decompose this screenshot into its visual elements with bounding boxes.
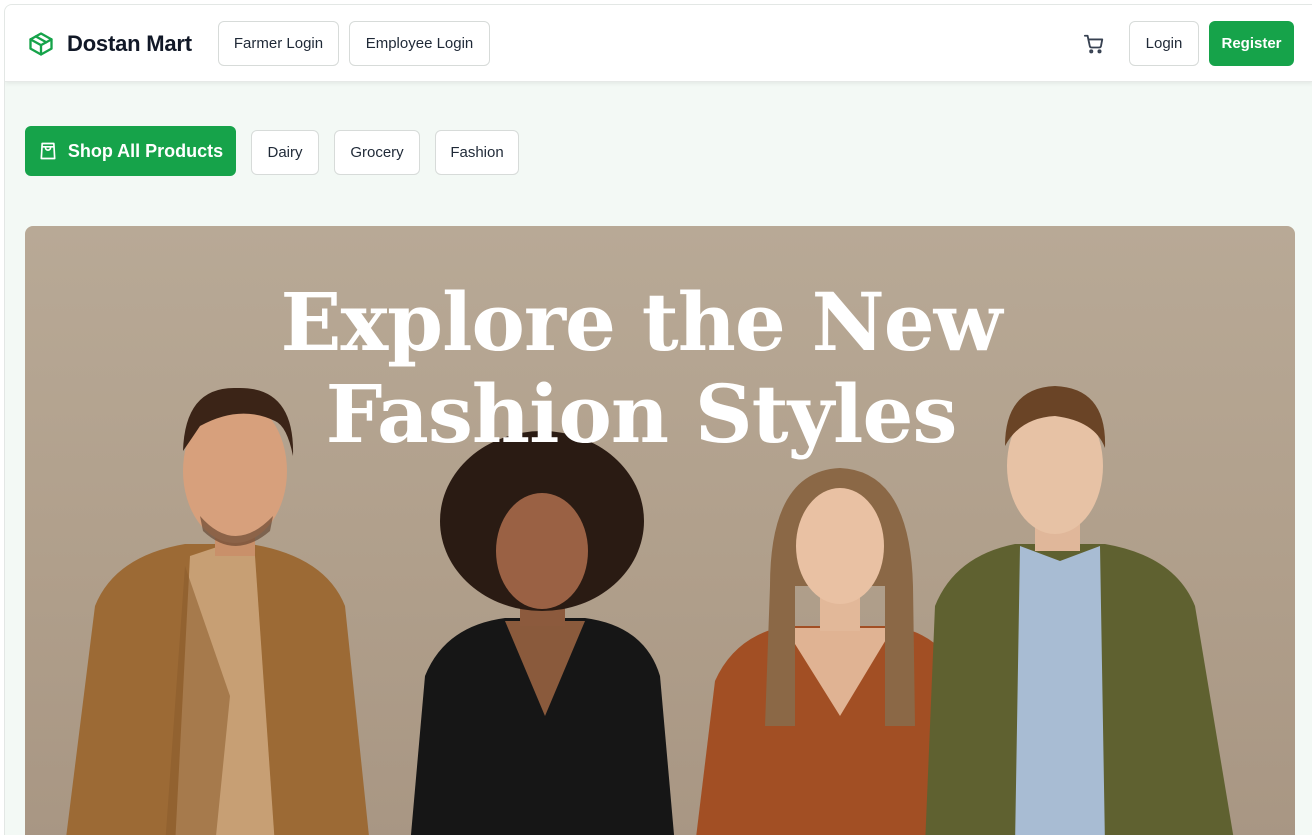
hero-title-line-2: Fashion Styles xyxy=(325,367,958,461)
shop-all-products-button[interactable]: Shop All Products xyxy=(25,126,236,176)
category-fashion[interactable]: Fashion xyxy=(435,130,519,175)
shop-all-label: Shop All Products xyxy=(67,140,224,161)
page: Dostan Mart Farmer Login Employee Login … xyxy=(4,4,1312,835)
shopping-bag-icon xyxy=(40,142,56,160)
brand[interactable]: Dostan Mart xyxy=(27,29,192,59)
category-grocery[interactable]: Grocery xyxy=(334,130,420,175)
register-button[interactable]: Register xyxy=(1209,21,1294,66)
model-2 xyxy=(410,431,675,835)
top-navbar: Dostan Mart Farmer Login Employee Login … xyxy=(5,5,1312,82)
category-bar: Shop All Products Dairy Grocery Fashion xyxy=(5,126,1312,176)
brand-name: Dostan Mart xyxy=(67,31,192,56)
hero-title-line-1: Explore the New xyxy=(280,275,1002,369)
category-dairy[interactable]: Dairy xyxy=(251,130,319,175)
package-icon xyxy=(29,32,53,56)
hero-banner[interactable]: Explore the New Fashion Styles xyxy=(25,226,1295,835)
employee-login-button[interactable]: Employee Login xyxy=(349,21,490,66)
hero-title: Explore the New Fashion Styles xyxy=(25,276,1257,460)
login-button[interactable]: Login xyxy=(1129,21,1199,66)
cart-icon[interactable] xyxy=(1083,33,1105,55)
farmer-login-button[interactable]: Farmer Login xyxy=(218,21,339,66)
